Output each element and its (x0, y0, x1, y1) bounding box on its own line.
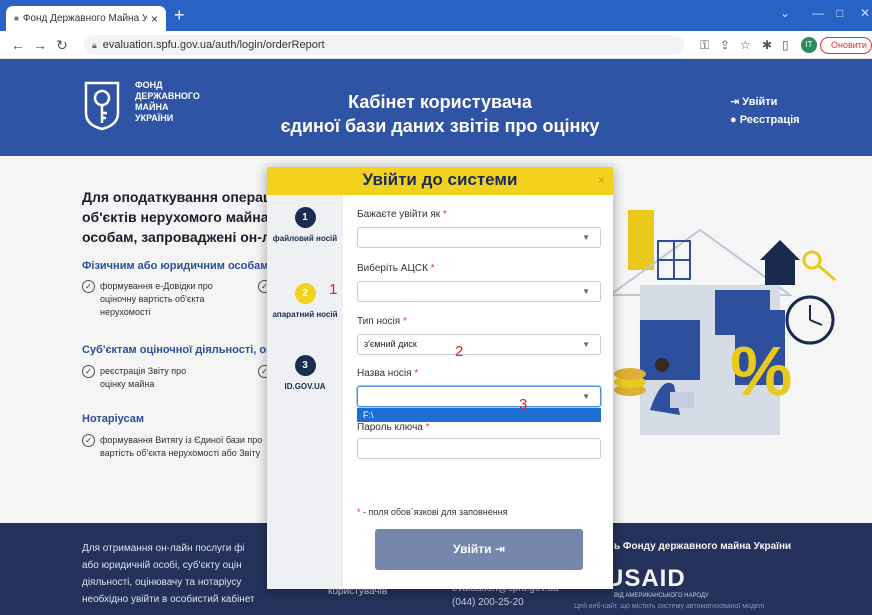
chevron-down-icon: ▼ (582, 392, 590, 401)
update-button[interactable]: Оновити (820, 37, 872, 54)
step-id-gov-ua[interactable]: 3 ID.GOV.UA (267, 355, 343, 391)
select-value: з'ємний диск (364, 339, 417, 349)
sidepanel-icon[interactable]: ▯ (782, 38, 789, 52)
step-label: апаратний носій (272, 310, 338, 319)
chevron-down-icon[interactable]: ⌄ (780, 6, 790, 20)
login-submit-button[interactable]: Увійти ⇥ (375, 529, 583, 570)
required-mark: * (357, 507, 361, 517)
site-header: ФОНД ДЕРЖАВНОГО МАЙНА УКРАЇНИ Кабінет ко… (0, 59, 872, 156)
required-mark: * (425, 422, 430, 433)
login-as-select[interactable]: ▼ (357, 227, 601, 248)
profile-avatar[interactable]: IT (801, 37, 817, 53)
tab-title: Фонд Державного Майна Украї (22, 13, 147, 24)
media-name-option[interactable]: F:\ (357, 408, 601, 422)
required-mark: * (442, 209, 447, 220)
logo-line: УКРАЇНИ (135, 113, 174, 123)
logo-line: ДЕРЖАВНОГО (135, 91, 200, 101)
required-note: * - поля обов`язкові для заповнення (357, 507, 508, 517)
modal-title: Увійти до системи (362, 170, 518, 189)
login-as-label: Бажаєте увійти як * (357, 209, 447, 220)
annotation-number: 3 (519, 396, 528, 413)
chevron-down-icon: ▼ (582, 233, 590, 242)
url-text: evaluation.spfu.gov.ua/auth/login/orderR… (102, 39, 325, 51)
acsk-label: Виберіть АЦСК * (357, 263, 435, 274)
required-mark: * (414, 368, 419, 379)
field-label-text: Виберіть АЦСК (357, 263, 428, 274)
step-number: 2 (294, 283, 316, 304)
back-icon[interactable]: ← (8, 37, 28, 53)
favicon-icon: ■ (14, 14, 19, 23)
site-title-line1: Кабінет користувача (348, 92, 532, 112)
media-name-select[interactable]: ▼ (357, 386, 601, 407)
key-password-input[interactable] (357, 438, 601, 459)
step-file-media[interactable]: 1 файловий носій (267, 207, 343, 243)
logo-line: МАЙНА (135, 102, 169, 112)
key-password-label: Пароль ключа * (357, 422, 430, 433)
acsk-select[interactable]: ▼ (357, 281, 601, 302)
step-number: 3 (294, 355, 316, 376)
login-steps-sidebar: 1 файловий носій 2 апаратний носій 3 ID.… (267, 195, 343, 589)
step-label: файловий носій (272, 234, 338, 243)
user-icon: ● (730, 114, 737, 126)
site-title: Кабінет користувача єдиної бази даних зв… (280, 90, 600, 138)
annotation-number: 2 (455, 343, 464, 360)
close-window-icon[interactable]: ✕ (860, 6, 870, 20)
field-label-text: Тип носія (357, 316, 401, 327)
logo-line: ФОНД (135, 80, 163, 90)
media-type-select[interactable]: з'ємний диск ▼ (357, 334, 601, 355)
close-icon[interactable]: × (598, 173, 605, 187)
star-icon[interactable]: ☆ (740, 38, 751, 52)
required-mark: * (430, 263, 435, 274)
share-icon[interactable]: ⇪ (720, 38, 730, 52)
annotation-number: 1 (329, 281, 338, 298)
header-register-label: Реєстрація (739, 114, 800, 126)
logo-text: ФОНД ДЕРЖАВНОГО МАЙНА УКРАЇНИ (135, 80, 225, 124)
forward-icon[interactable]: → (30, 37, 50, 53)
site-title-line2: єдиної бази даних звітів про оцінку (280, 116, 600, 136)
new-tab-icon[interactable]: + (174, 5, 185, 25)
header-login-link[interactable]: ⇥ Увійти (730, 95, 777, 108)
field-label-text: Бажаєте увійти як (357, 209, 441, 220)
submit-label: Увійти (453, 542, 492, 556)
field-label-text: Пароль ключа (357, 422, 423, 433)
modal-header: Увійти до системи × (267, 167, 613, 195)
step-number: 1 (294, 207, 316, 228)
url-field[interactable]: 🔒︎ evaluation.spfu.gov.ua/auth/login/ord… (84, 35, 684, 55)
step-label: ID.GOV.UA (284, 382, 326, 391)
key-icon[interactable]: ⚿ (700, 38, 709, 53)
minimize-icon[interactable]: — (812, 6, 824, 20)
header-login-label: Увійти (742, 96, 778, 108)
browser-tab-strip: ■ Фонд Державного Майна Украї × + ⌄ — □ … (0, 0, 872, 31)
media-name-label: Назва носія * (357, 368, 418, 379)
chevron-down-icon: ▼ (582, 287, 590, 296)
required-note-text: - поля обов`язкові для заповнення (363, 507, 508, 517)
login-icon: ⇥ (494, 542, 505, 556)
browser-tab[interactable]: ■ Фонд Державного Майна Украї × (6, 6, 166, 31)
lock-icon: 🔒︎ (92, 39, 97, 50)
field-label-text: Назва носія (357, 368, 412, 379)
reload-icon[interactable]: ↻ (52, 37, 72, 54)
login-modal: Увійти до системи × 1 файловий носій 2 а… (267, 167, 613, 589)
close-tab-icon[interactable]: × (151, 12, 158, 26)
extensions-icon[interactable]: ✱ (762, 38, 772, 52)
required-mark: * (402, 316, 407, 327)
address-bar: ← → ↻ 🔒︎ evaluation.spfu.gov.ua/auth/log… (0, 31, 872, 59)
media-type-label: Тип носія * (357, 316, 407, 327)
header-register-link[interactable]: ● Реєстрація (730, 114, 800, 126)
emblem-icon[interactable] (82, 79, 122, 131)
chevron-down-icon: ▼ (582, 340, 590, 349)
login-icon: ⇥ (730, 96, 740, 108)
maximize-icon[interactable]: □ (836, 6, 843, 20)
